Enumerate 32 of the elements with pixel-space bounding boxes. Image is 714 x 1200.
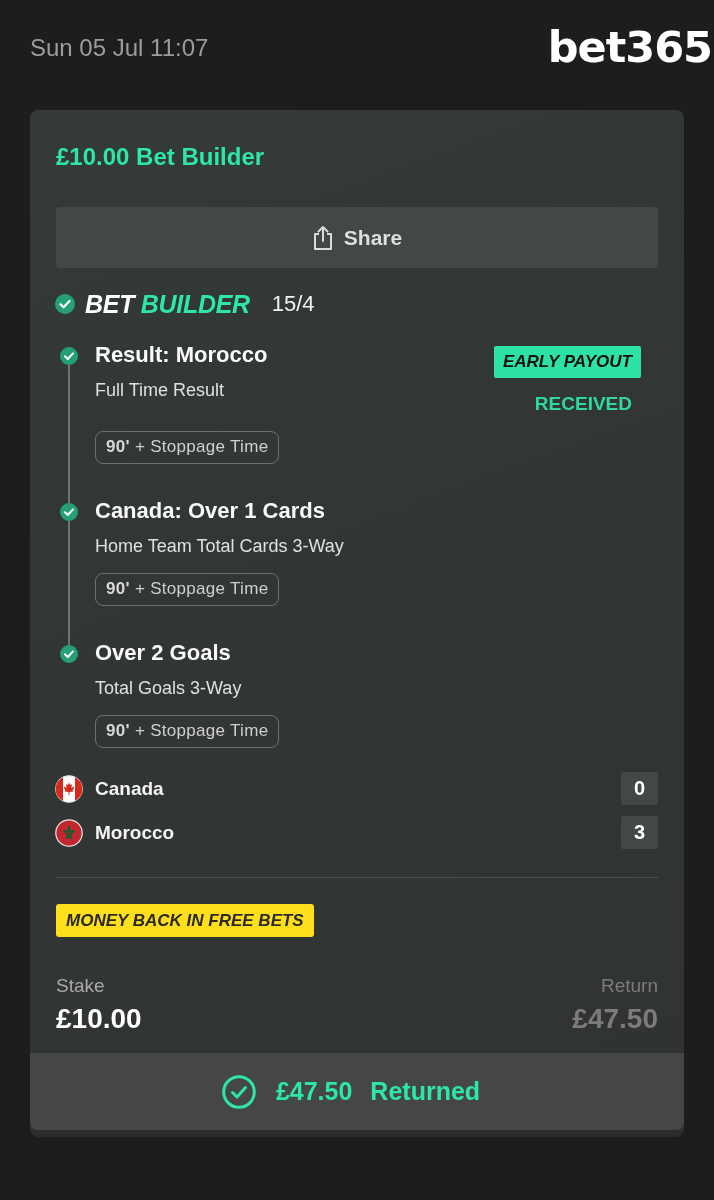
brand-logo: bet365 <box>547 25 712 69</box>
stake-label: Stake <box>56 975 105 997</box>
team-name: Morocco <box>95 821 176 844</box>
early-payout-status: RECEIVED <box>534 393 632 415</box>
return-amount: £47.50 <box>572 1003 658 1035</box>
stake-amount: £10.00 <box>56 1003 142 1035</box>
odds: 15/4 <box>271 290 315 318</box>
bet-title: £10.00 Bet Builder <box>56 143 266 171</box>
market-name: Full Time Result <box>95 379 226 401</box>
promo-badge: MONEY BACK IN FREE BETS <box>56 904 314 937</box>
period-tag: 90' + Stoppage Time <box>95 431 280 464</box>
returned-amount: £47.50 <box>275 1077 353 1106</box>
team-score: 0 <box>621 772 658 805</box>
share-icon <box>311 224 334 251</box>
share-button[interactable]: Share <box>56 207 658 268</box>
period-tag: 90' + Stoppage Time <box>95 715 280 748</box>
return-label: Return <box>600 975 658 997</box>
period-tag: 90' + Stoppage Time <box>95 573 280 606</box>
flag-icon <box>55 818 83 847</box>
date-time: Sun 05 Jul 11:07 <box>30 33 209 62</box>
flag-icon <box>55 774 83 803</box>
bet-type-label: BET BUILDER <box>85 290 250 318</box>
market-name: Total Goals 3-Way <box>95 677 242 699</box>
selection-title: Canada: Over 1 Cards <box>95 498 326 524</box>
selection-title: Result: Morocco <box>95 342 268 368</box>
check-circle-icon <box>221 1074 256 1109</box>
team-name: Canada <box>95 777 165 800</box>
returned-label: Returned <box>370 1077 481 1106</box>
team-score: 3 <box>621 816 658 849</box>
early-payout-badge: EARLY PAYOUT <box>493 346 641 378</box>
market-name: Home Team Total Cards 3-Way <box>95 535 344 557</box>
selection-title: Over 2 Goals <box>95 640 232 666</box>
